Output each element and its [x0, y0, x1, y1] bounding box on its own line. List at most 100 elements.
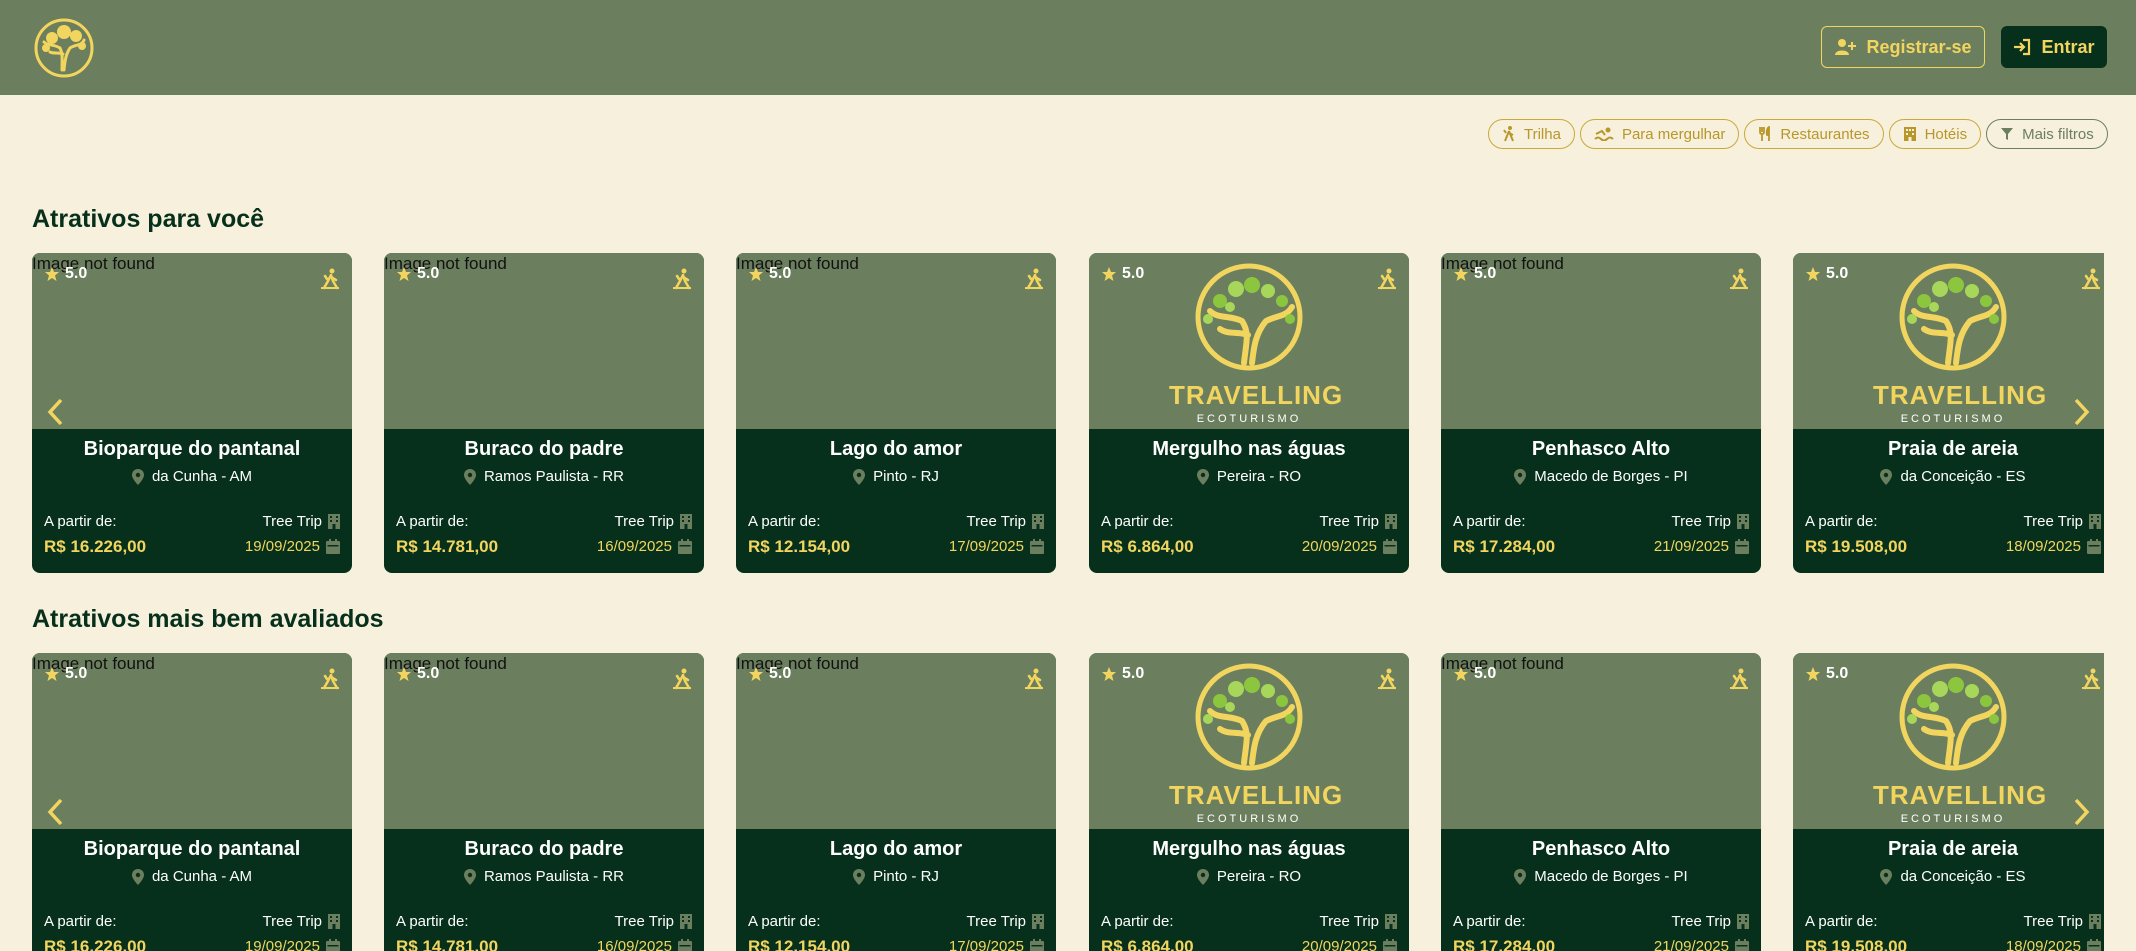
map-pin-icon [131, 468, 144, 485]
register-label: Registrar-se [1866, 36, 1972, 57]
provider: Tree Trip [615, 913, 692, 930]
date: 19/09/2025 [245, 538, 340, 555]
hiking-icon [1378, 268, 1396, 290]
calendar-icon [1383, 539, 1397, 554]
carousel-next-button[interactable] [2067, 792, 2097, 832]
star-icon [1806, 667, 1820, 681]
rating: 5.0 [748, 265, 791, 283]
date: 21/09/2025 [1654, 538, 1749, 555]
location-text: Macedo de Borges - PI [1534, 868, 1688, 885]
price-value: R$ 16.226,00 [44, 937, 147, 951]
card-location: Macedo de Borges - PI [1441, 868, 1761, 885]
attraction-card[interactable]: Image not found 5.0 Bioparque do pantanal d… [32, 653, 352, 951]
card-title: Mergulho nas águas [1152, 838, 1346, 860]
building-icon [1032, 514, 1044, 529]
card-location: Macedo de Borges - PI [1441, 468, 1761, 485]
attraction-card[interactable]: Image not found 5.0 Penhasco Alto Macedo de… [1441, 653, 1761, 951]
card-title: Bioparque do pantanal [83, 438, 301, 460]
date: 21/09/2025 [1654, 938, 1749, 951]
hiking-icon [1025, 668, 1043, 690]
rating-value: 5.0 [65, 665, 88, 682]
calendar-icon [326, 939, 340, 951]
location-text: da Conceição - ES [1900, 468, 2026, 485]
price-value: R$ 17.284,00 [1453, 537, 1556, 556]
filter-para-mergulhar[interactable]: Para mergulhar [1579, 119, 1740, 149]
card-location: Pereira - RO [1089, 468, 1409, 485]
tree-logo-icon[interactable] [32, 18, 96, 78]
price-value: R$ 12.154,00 [748, 937, 851, 951]
provider: Tree Trip [615, 513, 692, 530]
building-icon [1032, 914, 1044, 929]
card-image: Image not found 5.0 [384, 653, 704, 829]
hiking-icon [2082, 268, 2100, 290]
card-location: da Cunha - AM [32, 868, 352, 885]
rating-value: 5.0 [65, 265, 88, 282]
carousel-prev-button[interactable] [40, 792, 70, 832]
carousel-next-button[interactable] [2067, 392, 2097, 432]
date: 20/09/2025 [1302, 938, 1397, 951]
rating-value: 5.0 [769, 265, 792, 282]
calendar-icon [678, 939, 692, 951]
rating-value: 5.0 [417, 265, 440, 282]
travelling-tree-logo-icon [1899, 663, 2007, 771]
rating: 5.0 [1805, 665, 1848, 683]
filter-label: Restaurantes [1780, 125, 1870, 143]
provider: Tree Trip [1672, 913, 1749, 930]
rating: 5.0 [1453, 665, 1496, 683]
date-text: 16/09/2025 [596, 938, 672, 951]
attraction-card[interactable]: Image not found 5.0 Buraco do padre Ramos P… [384, 253, 704, 573]
price-label: A partir de: [396, 913, 469, 930]
provider-name: Tree Trip [262, 913, 322, 930]
attraction-card[interactable]: Image not found 5.0 Buraco do padre Ramos P… [384, 653, 704, 951]
building-icon [1737, 914, 1749, 929]
brand-tagline: ECOTURISMO [1196, 413, 1302, 425]
rating-value: 5.0 [1826, 265, 1849, 282]
travelling-tree-logo-icon [1195, 663, 1303, 771]
card-location: da Conceição - ES [1793, 868, 2104, 885]
rating-value: 5.0 [1122, 265, 1145, 282]
attraction-card[interactable]: Image not found 5.0 Penhasco Alto Macedo de… [1441, 253, 1761, 573]
login-button[interactable]: Entrar [2001, 26, 2107, 68]
filter-mais-filtros[interactable]: Mais filtros [1986, 119, 2108, 149]
provider-name: Tree Trip [966, 513, 1026, 530]
attraction-card[interactable]: Image not found 5.0 Lago do amor Pinto - RJ… [736, 653, 1056, 951]
register-button[interactable]: Registrar-se [1821, 26, 1985, 68]
attraction-card[interactable]: Image not found 5.0 Bioparque do pantanal d… [32, 253, 352, 573]
attraction-card[interactable]: Image not found 5.0 Lago do amor Pinto - RJ… [736, 253, 1056, 573]
filter-icon [2001, 128, 2014, 140]
price-label: A partir de: [396, 513, 469, 530]
rating-value: 5.0 [1826, 665, 1849, 682]
date: 18/09/2025 [2006, 938, 2101, 951]
card-title: Buraco do padre [464, 438, 624, 460]
card-image: Image not found 5.0 [1441, 253, 1761, 429]
filter-trilha[interactable]: Trilha [1488, 119, 1575, 149]
location-text: Ramos Paulista - RR [483, 468, 625, 485]
price-label: A partir de: [1805, 913, 1878, 930]
carousel-prev-button[interactable] [40, 392, 70, 432]
star-icon [1102, 667, 1116, 681]
map-pin-icon [853, 868, 866, 885]
card-title: Lago do amor [829, 838, 963, 860]
calendar-icon [678, 539, 692, 554]
filter-restaurantes[interactable]: Restaurantes [1744, 119, 1884, 149]
date-text: 20/09/2025 [1301, 938, 1377, 951]
location-text: Ramos Paulista - RR [483, 868, 625, 885]
filter-hoteis[interactable]: Hotéis [1888, 119, 1982, 149]
attraction-card[interactable]: TRAVELLING ECOTURISMO 5.0 Mergulho nas água… [1089, 653, 1409, 951]
attraction-card[interactable]: TRAVELLING ECOTURISMO 5.0 Praia de areia da … [1793, 653, 2104, 951]
provider-name: Tree Trip [262, 513, 322, 530]
provider: Tree Trip [967, 513, 1044, 530]
attraction-card[interactable]: TRAVELLING ECOTURISMO 5.0 Praia de areia da … [1793, 253, 2104, 573]
price-label: A partir de: [44, 513, 117, 530]
price-value: R$ 6.864,00 [1101, 537, 1194, 556]
attraction-card[interactable]: TRAVELLING ECOTURISMO 5.0 Mergulho nas água… [1089, 253, 1409, 573]
location-text: da Cunha - AM [151, 868, 253, 885]
filter-bar: Trilha Para mergulhar Restaurantes Hotéi… [1488, 119, 2108, 149]
card-image: TRAVELLING ECOTURISMO 5.0 [1089, 653, 1409, 829]
price-value: R$ 12.154,00 [748, 537, 851, 556]
chevron-left-icon [47, 798, 63, 826]
star-icon [1454, 267, 1468, 281]
provider: Tree Trip [967, 913, 1044, 930]
brand-logo: TRAVELLING ECOTURISMO [1873, 263, 2046, 428]
building-icon [1737, 514, 1749, 529]
